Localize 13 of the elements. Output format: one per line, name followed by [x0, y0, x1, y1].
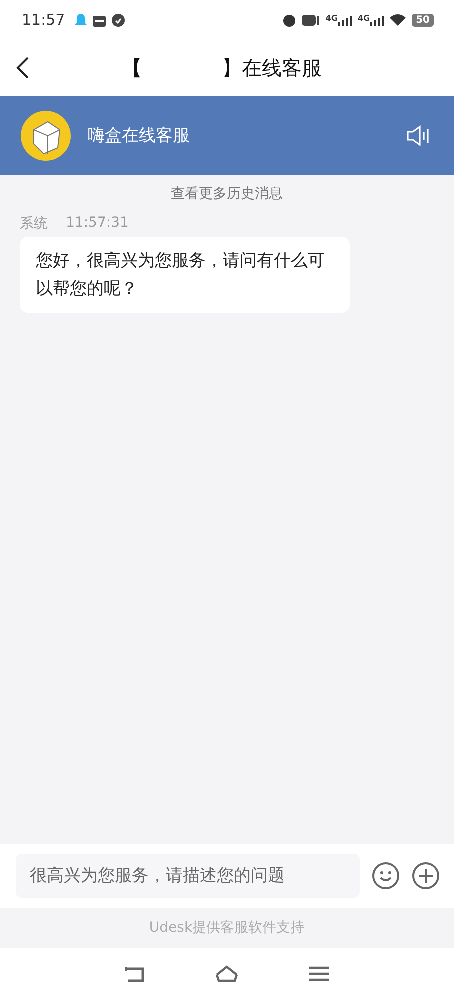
powered-by-text: Udesk提供客服软件支持: [149, 919, 305, 937]
message-sender: 系统: [20, 215, 48, 233]
message-time: 11:57:31: [66, 215, 129, 233]
network-label: 4G: [326, 14, 352, 26]
battery-level: 50: [412, 14, 434, 26]
message-bubble: 您好，很高兴为您服务，请问有什么可以帮您的呢？: [20, 237, 350, 313]
status-time: 11:57: [22, 11, 66, 29]
title-bracket: 【: [122, 54, 142, 82]
message-input[interactable]: 很高兴为您服务，请描述您的问题: [16, 854, 360, 898]
network-label: 4G: [358, 14, 384, 26]
history-link[interactable]: 查看更多历史消息: [171, 185, 283, 203]
page-title: 】在线客服: [222, 54, 322, 82]
agent-name: 嗨盒在线客服: [88, 125, 191, 147]
